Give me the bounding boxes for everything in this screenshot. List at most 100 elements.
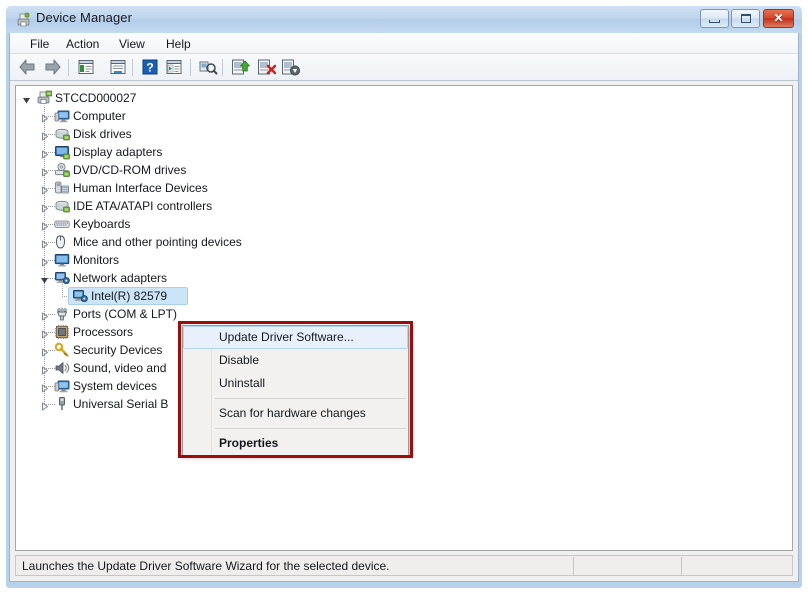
toolbar-separator [132, 59, 133, 76]
dvd-drive-icon [54, 162, 70, 178]
tree-item-label: Computer [73, 109, 126, 123]
toolbar-separator [222, 59, 223, 76]
toolbar-separator [190, 59, 191, 76]
tree-expand-arrow-icon[interactable] [40, 382, 49, 393]
tree-expand-arrow-icon[interactable] [40, 202, 49, 213]
mouse-icon [54, 234, 70, 250]
tree-item-label: Disk drives [73, 127, 132, 141]
tree-expand-arrow-icon[interactable] [40, 130, 49, 141]
tree-item-label: Mice and other pointing devices [73, 235, 242, 249]
keyboard-icon [54, 216, 70, 232]
hid-icon [54, 180, 70, 196]
status-bar-divider [681, 557, 682, 576]
tree-expand-arrow-icon[interactable] [40, 148, 49, 159]
show-hide-action-pane-icon[interactable] [164, 57, 186, 78]
network-adapter-icon [72, 288, 88, 304]
maximize-button[interactable] [731, 9, 760, 28]
context-menu[interactable]: Update Driver Software... Disable Uninstal… [182, 325, 409, 456]
tree-item-label: Monitors [73, 253, 120, 267]
tree-item-label: Display adapters [73, 145, 163, 159]
port-icon [54, 306, 70, 322]
tree-item[interactable]: Intel(R) 82579 [16, 287, 792, 305]
back-arrow-icon[interactable] [18, 57, 40, 78]
menu-help[interactable]: Help [160, 36, 197, 52]
tree-expand-arrow-icon[interactable] [40, 364, 49, 375]
tree-item[interactable]: Display adapters [16, 143, 792, 161]
usb-controller-icon [54, 396, 70, 412]
tree-expand-arrow-icon[interactable] [40, 346, 49, 357]
context-menu-item-uninstall[interactable]: Uninstall [183, 372, 408, 395]
tree-item-label: Universal Serial B [73, 397, 169, 411]
status-bar-divider [573, 557, 574, 576]
security-device-icon [54, 342, 70, 358]
show-hide-console-tree-icon[interactable] [76, 57, 98, 78]
close-button[interactable]: ✕ [763, 9, 794, 28]
context-menu-item-properties[interactable]: Properties [183, 432, 408, 455]
tree-item[interactable]: DVD/CD-ROM drives [16, 161, 792, 179]
tree-expand-arrow-icon[interactable] [40, 220, 49, 231]
context-menu-separator [215, 428, 406, 429]
menu-view[interactable]: View [113, 36, 151, 52]
menu-file[interactable]: File [24, 36, 55, 52]
client-area: File Action View Help ? STCCD000027 Computer… [9, 33, 799, 582]
tree-item-label: Keyboards [73, 217, 131, 231]
tree-expand-arrow-icon[interactable] [40, 310, 49, 321]
tree-item[interactable]: Disk drives [16, 125, 792, 143]
disk-drive-icon [54, 126, 70, 142]
tree-item[interactable]: Mice and other pointing devices [16, 233, 792, 251]
close-icon: ✕ [773, 11, 784, 25]
tree-item[interactable]: IDE ATA/ATAPI controllers [16, 197, 792, 215]
tree-collapse-arrow-icon[interactable] [22, 94, 31, 104]
tree-expand-arrow-icon[interactable] [40, 166, 49, 177]
menu-action[interactable]: Action [60, 36, 105, 52]
tree-item-label: Ports (COM & LPT) [73, 307, 178, 321]
monitor-icon [54, 252, 70, 268]
context-menu-item-disable[interactable]: Disable [183, 349, 408, 372]
device-manager-window: Device Manager ✕ File Action View Help ? ST… [6, 6, 802, 588]
help-icon[interactable]: ? [140, 57, 162, 78]
tree-expand-arrow-icon[interactable] [40, 238, 49, 249]
display-adapter-icon [54, 144, 70, 160]
update-driver-software-icon[interactable] [230, 57, 252, 78]
tree-expand-arrow-icon[interactable] [40, 112, 49, 123]
tree-collapse-arrow-icon[interactable] [40, 274, 49, 284]
uninstall-device-icon[interactable] [256, 57, 278, 78]
tree-item-label: Network adapters [73, 271, 168, 285]
system-device-icon [54, 378, 70, 394]
minimize-button[interactable] [700, 9, 729, 28]
tree-item[interactable]: Monitors [16, 251, 792, 269]
tree-expand-arrow-icon[interactable] [40, 184, 49, 195]
tree-item[interactable]: Ports (COM & LPT) [16, 305, 792, 323]
sound-device-icon [54, 360, 70, 376]
tree-item-label: Security Devices [73, 343, 163, 357]
context-menu-item-scan-for-hardware-changes[interactable]: Scan for hardware changes [183, 402, 408, 425]
tree-item-label: STCCD000027 [55, 91, 137, 105]
maximize-icon [741, 14, 751, 23]
tree-item[interactable]: Human Interface Devices [16, 179, 792, 197]
forward-arrow-icon[interactable] [42, 57, 64, 78]
tree-item-label: IDE ATA/ATAPI controllers [73, 199, 213, 213]
computer-root-icon [36, 90, 53, 106]
disable-device-icon[interactable] [280, 57, 302, 78]
device-manager-icon [17, 12, 30, 27]
tree-item-label: Processors [73, 325, 134, 339]
tree-expand-arrow-icon[interactable] [40, 400, 49, 411]
tree-expand-arrow-icon[interactable] [40, 256, 49, 267]
tree-expand-arrow-icon[interactable] [40, 328, 49, 339]
device-tree[interactable]: STCCD000027 Computer Disk drives Display ad… [15, 85, 793, 551]
scan-for-hardware-changes-icon[interactable] [198, 57, 220, 78]
context-menu-item-update-driver-software[interactable]: Update Driver Software... [183, 326, 408, 349]
tree-item[interactable]: Computer [16, 107, 792, 125]
tree-item-label: System devices [73, 379, 158, 393]
minimize-icon [709, 20, 720, 23]
tree-item[interactable]: STCCD000027 [16, 89, 792, 107]
tree-item[interactable]: Network adapters [16, 269, 792, 287]
title-bar[interactable]: Device Manager ✕ [6, 6, 802, 33]
tree-item-label: Human Interface Devices [73, 181, 208, 195]
tree-item[interactable]: Keyboards [16, 215, 792, 233]
window-title: Device Manager [36, 10, 133, 25]
properties-icon[interactable] [108, 57, 130, 78]
ide-controller-icon [54, 198, 70, 214]
toolbar-separator [68, 59, 69, 76]
context-menu-separator [215, 398, 406, 399]
